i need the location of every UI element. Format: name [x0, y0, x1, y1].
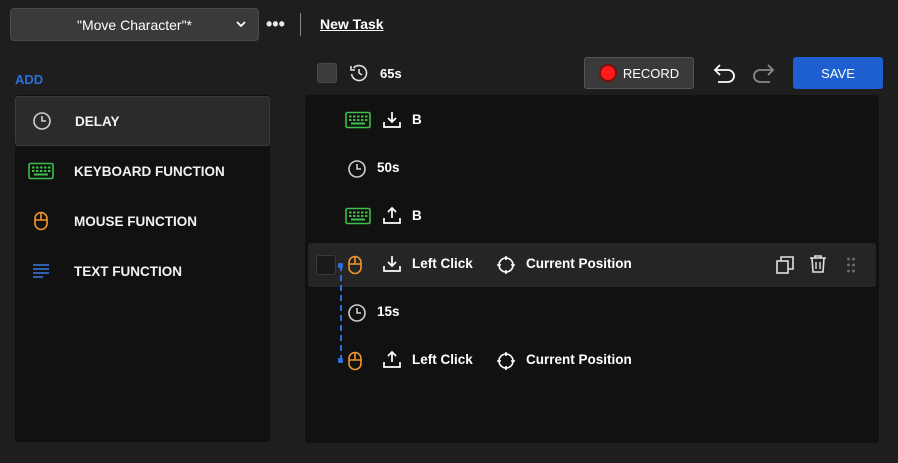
download-arrow-icon — [382, 110, 402, 130]
add-delay-item[interactable]: DELAY — [15, 96, 270, 146]
step-checkbox[interactable] — [316, 255, 336, 275]
save-button[interactable]: SAVE — [793, 57, 883, 89]
step-row-selected[interactable]: Left Click Current Position — [308, 243, 876, 287]
history-clock-icon — [349, 63, 369, 88]
chevron-down-icon — [234, 17, 248, 34]
mouse-icon — [347, 255, 363, 275]
text-lines-icon — [28, 261, 54, 281]
task-name: "Move Character"* — [77, 16, 192, 33]
add-item-label: MOUSE FUNCTION — [74, 213, 197, 229]
pair-link-dot — [338, 263, 343, 268]
clock-icon — [347, 159, 367, 179]
add-mouse-item[interactable]: MOUSE FUNCTION — [15, 196, 270, 246]
new-task-link[interactable]: New Task — [320, 16, 384, 32]
drag-handle-icon[interactable] — [846, 257, 856, 273]
step-position: Current Position — [526, 352, 632, 367]
add-text-item[interactable]: TEXT FUNCTION — [15, 246, 270, 296]
pair-link-dot — [338, 358, 343, 363]
step-duration: 15s — [377, 304, 400, 319]
step-row[interactable]: B — [305, 99, 879, 143]
clock-icon — [29, 111, 55, 131]
pair-link-line — [340, 265, 342, 361]
keyboard-icon — [28, 161, 54, 181]
keyboard-icon — [345, 207, 371, 225]
step-duration: 50s — [377, 160, 400, 175]
add-panel: DELAY KEYBOARD FUNCTION MOUSE FUNCTION T… — [15, 95, 270, 442]
step-position: Current Position — [526, 256, 632, 271]
step-row[interactable]: B — [305, 195, 879, 239]
keyboard-icon — [345, 111, 371, 129]
select-all-checkbox[interactable] — [317, 63, 337, 83]
total-duration: 65s — [380, 66, 402, 81]
add-keyboard-item[interactable]: KEYBOARD FUNCTION — [15, 146, 270, 196]
add-item-label: TEXT FUNCTION — [74, 263, 182, 279]
record-label: RECORD — [622, 65, 680, 81]
steps-panel: B 50s B Left Click Current Position 15s … — [305, 95, 879, 443]
divider — [300, 13, 301, 36]
redo-icon[interactable] — [750, 62, 776, 89]
download-arrow-icon — [382, 254, 402, 274]
step-row[interactable]: 15s — [305, 291, 879, 335]
more-options-button[interactable]: ••• — [266, 13, 285, 35]
step-button: Left Click — [412, 352, 473, 367]
step-button: Left Click — [412, 256, 473, 271]
mouse-icon — [347, 351, 363, 371]
duplicate-icon[interactable] — [775, 255, 795, 275]
step-key: B — [412, 208, 422, 223]
step-row[interactable]: Left Click Current Position — [305, 339, 879, 383]
add-item-label: DELAY — [75, 113, 120, 129]
upload-arrow-icon — [382, 350, 402, 370]
record-button[interactable]: RECORD — [584, 57, 694, 89]
add-item-label: KEYBOARD FUNCTION — [74, 163, 225, 179]
mouse-icon — [28, 211, 54, 231]
step-row[interactable]: 50s — [305, 147, 879, 191]
record-dot-icon — [598, 64, 617, 82]
upload-arrow-icon — [382, 206, 402, 226]
undo-icon[interactable] — [712, 62, 738, 89]
crosshair-icon — [496, 255, 516, 275]
trash-icon[interactable] — [808, 254, 828, 274]
add-section-title: ADD — [15, 72, 44, 87]
task-select[interactable]: "Move Character"* — [10, 8, 259, 41]
clock-icon — [347, 303, 367, 323]
crosshair-icon — [496, 351, 516, 371]
step-key: B — [412, 112, 422, 127]
